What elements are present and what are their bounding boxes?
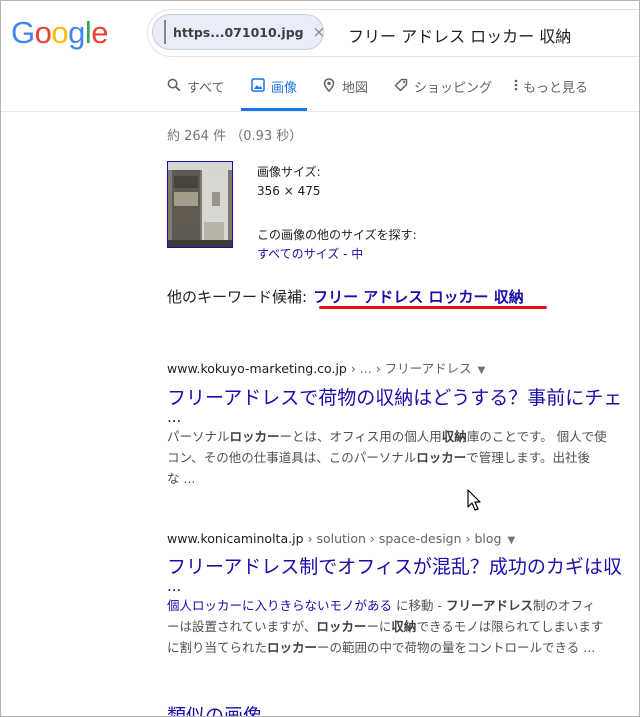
snippet-text: できるモノは限られてしまいます bbox=[416, 619, 604, 634]
search-tabs: すべて 画像 地図 ショッピング もっと見る bbox=[1, 63, 639, 112]
logo-letter: e bbox=[91, 15, 109, 50]
search-icon bbox=[167, 78, 181, 92]
tab-shopping[interactable]: ショッピング bbox=[394, 77, 492, 111]
locker-photo bbox=[168, 162, 232, 247]
tab-maps[interactable]: 地図 bbox=[322, 77, 368, 111]
more-vert-icon bbox=[514, 79, 518, 91]
image-icon bbox=[251, 78, 265, 92]
mouse-cursor-icon bbox=[467, 489, 481, 511]
result-stats: 約 264 件 （0.93 秒） bbox=[167, 129, 303, 144]
tab-all-label: すべて bbox=[187, 81, 225, 96]
result-1-title[interactable]: フリーアドレスで荷物の収納はどうする？事前にチェ bbox=[167, 383, 622, 410]
snippet-line: に割り当てられたロッカーーの範囲の中で荷物の量をコントロールできる ... bbox=[167, 637, 622, 658]
snippet-text: 制のオフィ bbox=[532, 598, 596, 613]
snippet-bold: 収納 bbox=[391, 619, 417, 634]
tab-shopping-label: ショッピング bbox=[414, 81, 493, 96]
snippet-bold: フリーアドレス bbox=[445, 598, 533, 613]
image-chip-label: https...071010.jpg bbox=[173, 24, 304, 40]
result-2-title[interactable]: フリーアドレス制でオフィスが混乱？成功のカギは収 bbox=[167, 552, 622, 579]
snippet-bold: ロッカー bbox=[229, 429, 280, 444]
all-sizes-link[interactable]: すべてのサイズ bbox=[257, 247, 339, 261]
logo-letter: o bbox=[34, 15, 52, 50]
logo-letter: G bbox=[11, 15, 35, 50]
result-2-path: › solution › space-design › blog bbox=[303, 531, 502, 546]
snippet-bold: ロッカー bbox=[267, 640, 318, 655]
keyword-suggestion: 他のキーワード候補: フリー アドレス ロッカー 収納 bbox=[167, 286, 524, 307]
tab-images[interactable]: 画像 bbox=[241, 77, 308, 111]
snippet-bold: 収納 bbox=[441, 429, 467, 444]
tag-icon bbox=[394, 78, 408, 92]
snippet-text: 庫のことです。 個人で使 bbox=[466, 429, 607, 444]
jump-to-section-link[interactable]: 個人ロッカーに入りきらないモノがある bbox=[167, 598, 392, 613]
close-icon[interactable]: × bbox=[313, 23, 326, 41]
search-result-1: www.kokuyo-marketing.co.jp › ... › フリーアド… bbox=[167, 358, 622, 489]
keyword-label: 他のキーワード候補: bbox=[167, 288, 308, 306]
query-image-thumbnail[interactable] bbox=[167, 161, 233, 248]
snippet-line: コン、その他の仕事道具は、このパーソナルロッカーで管理します。出社後 bbox=[167, 447, 622, 468]
image-chip[interactable]: https...071010.jpg × bbox=[152, 14, 326, 50]
snippet-text: ーの範囲の中で荷物の量をコントロールできる ... bbox=[317, 640, 596, 655]
tab-images-label: 画像 bbox=[271, 81, 298, 96]
similar-images-heading[interactable]: 類似の画像 bbox=[167, 701, 262, 716]
snippet-line: ーは設置されていますが、ロッカーーに収納できるモノは限られてしまいます bbox=[167, 616, 622, 637]
snippet-line: パーソナルロッカーーとは、オフィス用の個人用収納庫のことです。 個人で使 bbox=[167, 426, 622, 447]
result-2-domain: www.konicaminolta.jp bbox=[167, 531, 304, 546]
logo-letter: g bbox=[68, 15, 85, 50]
image-size-value: 356 × 475 bbox=[257, 184, 321, 198]
result-1-snippet: パーソナルロッカーーとは、オフィス用の個人用収納庫のことです。 個人で使 コン、… bbox=[167, 426, 622, 489]
snippet-text: パーソナル bbox=[167, 429, 230, 444]
google-logo[interactable]: Google bbox=[11, 15, 109, 51]
snippet-text: に移動 - bbox=[392, 598, 446, 613]
logo-letter: o bbox=[51, 15, 69, 50]
snippet-text: で管理します。出社後 bbox=[466, 450, 591, 465]
tab-more[interactable]: もっと見る bbox=[513, 77, 588, 111]
snippet-text: ーに bbox=[366, 619, 392, 634]
snippet-line: 個人ロッカーに入りきらないモノがある に移動 - フリーアドレス制のオフィ bbox=[167, 595, 622, 616]
snippet-line: な ... bbox=[167, 468, 622, 489]
snippet-text: に割り当てられた bbox=[167, 640, 268, 655]
size-links: すべてのサイズ - 中 bbox=[257, 245, 363, 262]
tab-more-label: もっと見る bbox=[523, 81, 589, 96]
result-1-title-ellipsis: ... bbox=[167, 408, 182, 426]
search-result-2: www.konicaminolta.jp › solution › space-… bbox=[167, 531, 622, 658]
tab-all[interactable]: すべて bbox=[167, 77, 225, 111]
browser-viewport: Google https...071010.jpg × フリー アドレス ロッカ… bbox=[0, 0, 640, 717]
tab-maps-label: 地図 bbox=[342, 81, 369, 96]
search-box[interactable]: https...071010.jpg × フリー アドレス ロッカー 収納 bbox=[147, 9, 639, 57]
medium-size-link[interactable]: 中 bbox=[351, 247, 363, 261]
dropdown-arrow-icon[interactable]: ▼ bbox=[478, 365, 486, 376]
result-2-cite: www.konicaminolta.jp › solution › space-… bbox=[167, 531, 622, 546]
snippet-text: コン、その他の仕事道具は、このパーソナル bbox=[167, 450, 417, 465]
image-chip-thumbnail bbox=[164, 20, 166, 44]
result-2-title-ellipsis: ... bbox=[167, 577, 182, 595]
image-size-label: 画像サイズ: bbox=[257, 165, 321, 179]
result-1-path: › ... › フリーアドレス bbox=[346, 361, 472, 376]
result-1-cite: www.kokuyo-marketing.co.jp › ... › フリーアド… bbox=[167, 358, 622, 377]
result-1-domain: www.kokuyo-marketing.co.jp bbox=[167, 361, 347, 376]
snippet-text: ーは設置されていますが、 bbox=[167, 619, 317, 634]
snippet-bold: ロッカー bbox=[316, 619, 367, 634]
snippet-bold: ロッカー bbox=[416, 450, 467, 465]
size-link-separator: - bbox=[339, 247, 352, 261]
other-sizes-label: この画像の他のサイズを探す: bbox=[257, 228, 417, 242]
snippet-text: ーとは、オフィス用の個人用 bbox=[279, 429, 442, 444]
map-pin-icon bbox=[323, 78, 335, 92]
result-2-snippet: 個人ロッカーに入りきらないモノがある に移動 - フリーアドレス制のオフィ ーは… bbox=[167, 595, 622, 658]
snippet-text: な ... bbox=[167, 471, 196, 486]
red-underline-annotation bbox=[319, 306, 547, 309]
keyword-link[interactable]: フリー アドレス ロッカー 収納 bbox=[313, 288, 524, 306]
search-query-input[interactable]: フリー アドレス ロッカー 収納 bbox=[348, 23, 571, 47]
dropdown-arrow-icon[interactable]: ▼ bbox=[507, 535, 515, 546]
